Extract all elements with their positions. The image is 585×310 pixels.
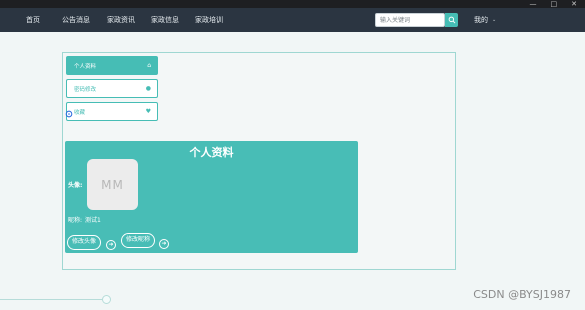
profile-card: 个人资料 头像: MM 昵称: 测试1 修改头像 ➜ 修改昵称 ➜: [65, 141, 358, 253]
maximize-icon[interactable]: □: [551, 0, 558, 8]
watermark-text: CSDN @BYSJ1987: [473, 288, 571, 301]
sidebar-item-label: 个人资料: [74, 63, 97, 70]
sidebar-item-label: 收藏: [74, 109, 86, 116]
heart-icon: ♥: [145, 108, 151, 115]
sidebar-item-profile[interactable]: 个人资料 ⌂: [66, 56, 158, 75]
my-account-menu[interactable]: 我的 ⌄: [474, 8, 496, 32]
search-input[interactable]: [375, 13, 445, 27]
nav-service-info[interactable]: 家政信息: [151, 8, 179, 32]
nickname-label: 昵称:: [68, 217, 83, 224]
window-titlebar: — □ ✕: [0, 0, 585, 8]
minimize-icon[interactable]: —: [530, 0, 537, 8]
close-icon[interactable]: ✕: [571, 0, 577, 8]
page-title: 个人资料: [189, 146, 234, 159]
chevron-down-icon: ⌄: [492, 17, 497, 23]
sidebar-item-label: 密码修改: [74, 86, 97, 93]
nav-home[interactable]: 首页: [26, 8, 40, 32]
nav-announcements[interactable]: 公告消息: [62, 8, 90, 32]
avatar-label: 头像:: [68, 182, 83, 189]
sidebar-item-password[interactable]: 密码修改 ●: [66, 79, 158, 98]
arrow-right-icon[interactable]: ➜: [106, 240, 116, 250]
my-account-label: 我的: [474, 16, 488, 24]
arrow-right-icon[interactable]: ➜: [159, 239, 169, 249]
user-icon: ●: [145, 85, 151, 92]
home-icon: ⌂: [147, 62, 151, 69]
avatar: MM: [87, 159, 138, 210]
nav-news[interactable]: 家政资讯: [107, 8, 135, 32]
move-cursor-icon: [65, 110, 73, 118]
scroll-slider-track[interactable]: [0, 299, 106, 300]
nickname-value: 测试1: [85, 217, 101, 224]
scroll-slider-handle[interactable]: [102, 295, 111, 304]
avatar-placeholder-text: MM: [101, 177, 124, 192]
search-button[interactable]: [445, 13, 458, 27]
sidebar-item-favorites[interactable]: 收藏 ♥: [66, 102, 158, 121]
window-controls: — □ ✕: [530, 0, 578, 8]
change-avatar-button[interactable]: 修改头像: [67, 235, 102, 250]
change-nickname-button[interactable]: 修改昵称: [121, 233, 156, 248]
nav-training[interactable]: 家政培训: [195, 8, 223, 32]
top-navbar: 首页 公告消息 家政资讯 家政信息 家政培训 我的 ⌄: [0, 8, 585, 32]
search-icon: [448, 16, 455, 24]
